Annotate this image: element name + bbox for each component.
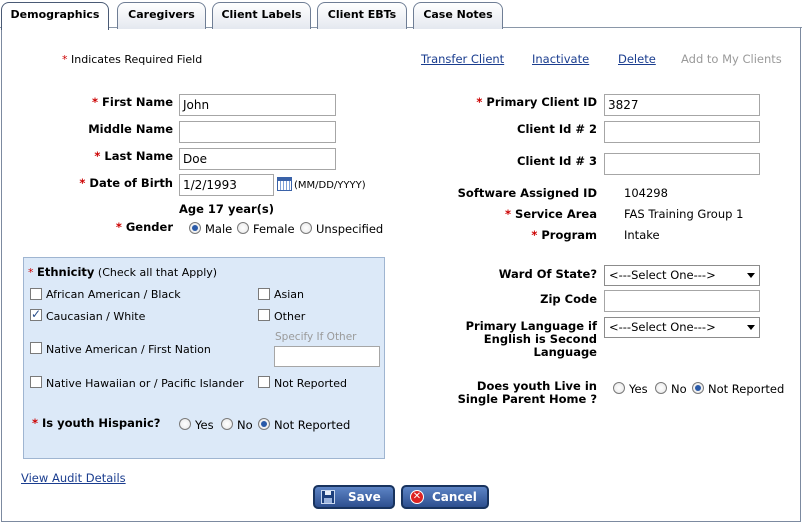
- gender-label: * Gender: [115, 220, 173, 234]
- software-id-label: Software Assigned ID: [457, 186, 597, 200]
- zip-code-field[interactable]: [604, 290, 760, 312]
- program-label: * Program: [531, 228, 597, 242]
- gender-male-label: Male: [205, 222, 233, 236]
- specify-other-field[interactable]: [274, 346, 380, 367]
- single-parent-yes-radio[interactable]: [613, 382, 625, 394]
- primary-client-id-label: * Primary Client ID: [476, 95, 597, 109]
- save-button[interactable]: Save: [313, 485, 395, 509]
- tab-demographics[interactable]: Demographics: [1, 2, 109, 30]
- chevron-down-icon: [747, 325, 755, 330]
- single-parent-not-reported-label: Not Reported: [708, 382, 785, 396]
- dob-label: * Date of Birth: [79, 176, 173, 190]
- save-icon: [321, 490, 335, 504]
- primary-language-label: Primary Language if English is Second La…: [465, 319, 597, 359]
- gender-male-radio[interactable]: [189, 222, 201, 234]
- specify-other-hint: Specify If Other: [275, 331, 357, 343]
- ethnicity-other-checkbox[interactable]: [258, 309, 270, 321]
- hispanic-label: * Is youth Hispanic?: [32, 416, 161, 430]
- ethnicity-option-label: Not Reported: [274, 377, 347, 390]
- program-value: Intake: [624, 228, 660, 242]
- ethnicity-native-hawaiian-checkbox[interactable]: [30, 376, 42, 388]
- hispanic-no-radio[interactable]: [221, 418, 233, 430]
- client-id-2-label: Client Id # 2: [517, 122, 597, 136]
- client-id-3-label: Client Id # 3: [517, 154, 597, 168]
- tab-caregivers[interactable]: Caregivers: [117, 2, 206, 29]
- ward-of-state-label: Ward Of State?: [498, 267, 597, 281]
- dob-format-hint: (MM/DD/YYYY): [294, 180, 366, 191]
- add-to-my-clients-link: Add to My Clients: [681, 52, 782, 66]
- ethnicity-option-label: Asian: [274, 288, 305, 301]
- service-area-label: * Service Area: [505, 207, 597, 221]
- gender-female-label: Female: [253, 222, 295, 236]
- single-parent-label: Does youth Live in Single Parent Home ?: [457, 379, 597, 406]
- ethnicity-option-label: Caucasian / White: [46, 310, 146, 323]
- hispanic-no-label: No: [237, 418, 253, 432]
- ethnicity-title: * Ethnicity (Check all that Apply): [28, 265, 218, 279]
- gender-unspecified-label: Unspecified: [316, 222, 384, 236]
- calendar-icon[interactable]: [277, 177, 292, 191]
- middle-name-field[interactable]: [179, 121, 336, 143]
- single-parent-yes-label: Yes: [629, 382, 648, 396]
- tab-bar: Demographics Caregivers Client Labels Cl…: [0, 0, 802, 30]
- hispanic-not-reported-label: Not Reported: [274, 418, 351, 432]
- ethnicity-not-reported-checkbox[interactable]: [258, 376, 270, 388]
- software-id-value: 104298: [624, 186, 668, 200]
- tab-case-notes[interactable]: Case Notes: [413, 2, 503, 29]
- client-id-3-field[interactable]: [604, 153, 760, 175]
- required-note: * Indicates Required Field: [62, 53, 203, 66]
- gender-female-radio[interactable]: [237, 222, 249, 234]
- middle-name-label: Middle Name: [88, 122, 173, 136]
- ethnicity-option-label: Native American / First Nation: [46, 343, 211, 356]
- single-parent-no-radio[interactable]: [655, 382, 667, 394]
- chevron-down-icon: [747, 273, 755, 278]
- ethnicity-native-american-checkbox[interactable]: [30, 342, 42, 354]
- single-parent-not-reported-radio[interactable]: [692, 382, 704, 394]
- last-name-label: * Last Name: [94, 149, 173, 163]
- first-name-field[interactable]: John: [179, 94, 336, 116]
- tab-client-labels[interactable]: Client Labels: [212, 2, 311, 29]
- inactivate-link[interactable]: Inactivate: [532, 52, 589, 66]
- primary-client-id-field[interactable]: 3827: [604, 94, 760, 116]
- gender-unspecified-radio[interactable]: [300, 222, 312, 234]
- ethnicity-african-american-checkbox[interactable]: [30, 288, 42, 300]
- last-name-field[interactable]: Doe: [179, 148, 336, 170]
- ethnicity-caucasian-checkbox[interactable]: [30, 307, 42, 321]
- tab-client-ebts[interactable]: Client EBTs: [317, 2, 407, 29]
- dob-field[interactable]: 1/2/1993: [179, 174, 274, 196]
- delete-link[interactable]: Delete: [618, 52, 656, 66]
- primary-language-select[interactable]: <---Select One--->: [604, 317, 760, 338]
- client-id-2-field[interactable]: [604, 121, 760, 143]
- age-text: Age 17 year(s): [179, 202, 275, 216]
- ethnicity-option-label: Native Hawaiian or / Pacific Islander: [46, 377, 244, 390]
- cancel-icon: ✕: [410, 490, 424, 504]
- first-name-label: * First Name: [91, 95, 173, 109]
- ethnicity-asian-checkbox[interactable]: [258, 288, 270, 300]
- ethnicity-option-label: Other: [274, 310, 306, 323]
- cancel-button[interactable]: ✕ Cancel: [401, 485, 489, 509]
- hispanic-not-reported-radio[interactable]: [258, 418, 270, 430]
- single-parent-no-label: No: [671, 382, 687, 396]
- service-area-value: FAS Training Group 1: [624, 207, 744, 221]
- hispanic-yes-radio[interactable]: [179, 418, 191, 430]
- ward-of-state-select[interactable]: <---Select One--->: [604, 265, 760, 286]
- zip-code-label: Zip Code: [540, 292, 597, 306]
- view-audit-details-link[interactable]: View Audit Details: [21, 471, 126, 485]
- transfer-client-link[interactable]: Transfer Client: [421, 52, 504, 66]
- ethnicity-option-label: African American / Black: [46, 288, 181, 301]
- hispanic-yes-label: Yes: [195, 418, 214, 432]
